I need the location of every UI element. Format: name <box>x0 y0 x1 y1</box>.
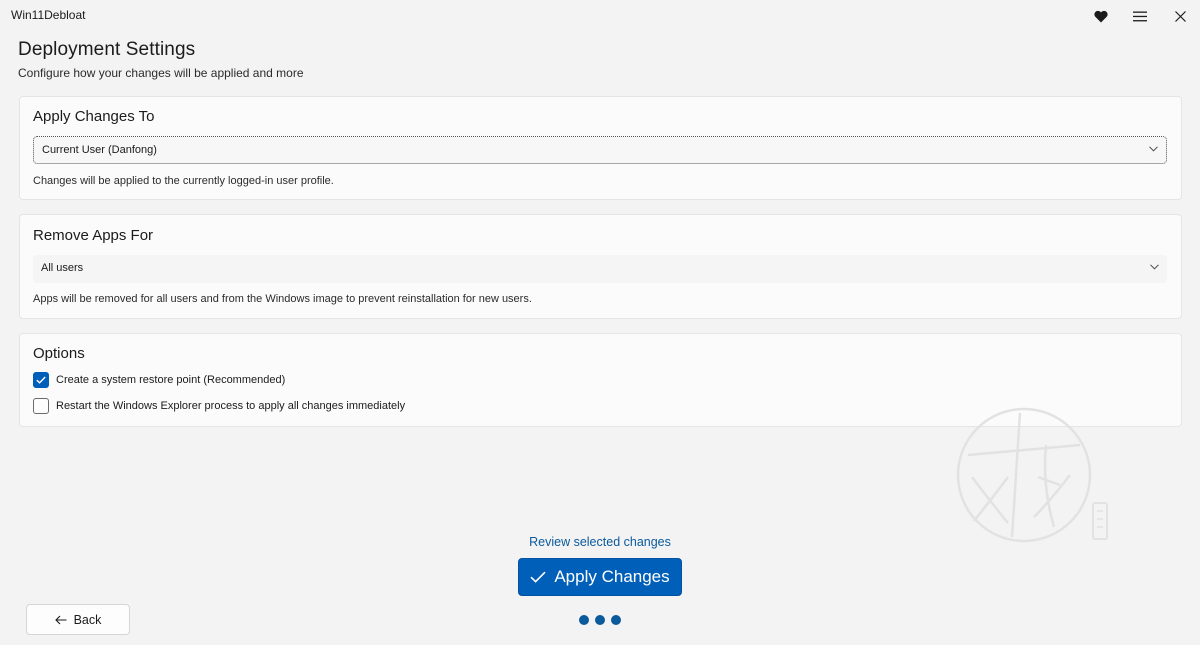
app-window: Win11Debloat Deployment Settings Configu… <box>0 0 1200 645</box>
checkmark-icon <box>36 376 46 384</box>
apply-changes-description: Changes will be applied to the currently… <box>33 175 334 187</box>
back-button[interactable]: Back <box>26 604 130 635</box>
apply-changes-label: Apply Changes <box>554 567 670 586</box>
app-title: Win11Debloat <box>11 8 86 22</box>
page-title: Deployment Settings <box>18 39 196 60</box>
progress-dot <box>611 615 621 625</box>
chevron-down-icon <box>1149 146 1158 152</box>
remove-apps-dropdown[interactable]: All users <box>33 255 1167 283</box>
review-changes-area: Review selected changes <box>0 535 1200 549</box>
menu-icon <box>1133 11 1147 21</box>
apply-changes-button[interactable]: Apply Changes <box>518 558 682 596</box>
apply-changes-dropdown[interactable]: Current User (Danfong) <box>33 136 1167 164</box>
review-changes-link[interactable]: Review selected changes <box>529 535 671 549</box>
heart-button[interactable] <box>1086 4 1116 28</box>
remove-apps-selected: All users <box>41 262 84 274</box>
chevron-down-icon <box>1150 264 1159 270</box>
title-bar: Win11Debloat <box>0 0 1200 32</box>
restart-explorer-checkbox[interactable] <box>33 398 49 414</box>
apply-changes-selected: Current User (Danfong) <box>42 144 157 156</box>
restart-explorer-option[interactable]: Restart the Windows Explorer process to … <box>33 397 405 415</box>
progress-dots <box>579 615 621 625</box>
apply-changes-card: Apply Changes To Current User (Danfong) … <box>19 96 1182 200</box>
menu-button[interactable] <box>1125 4 1155 28</box>
back-label: Back <box>73 612 102 627</box>
close-button[interactable] <box>1165 4 1195 28</box>
remove-apps-title: Remove Apps For <box>33 227 154 244</box>
close-icon <box>1174 10 1186 22</box>
checkmark-icon <box>530 571 546 583</box>
apply-changes-title: Apply Changes To <box>33 108 155 125</box>
page-subtitle: Configure how your changes will be appli… <box>18 66 304 80</box>
arrow-left-icon <box>54 615 67 624</box>
restore-point-label: Create a system restore point (Recommend… <box>56 374 286 386</box>
remove-apps-card: Remove Apps For All users Apps will be r… <box>19 214 1182 319</box>
restore-point-checkbox[interactable] <box>33 372 49 388</box>
progress-dot <box>579 615 589 625</box>
remove-apps-description: Apps will be removed for all users and f… <box>33 293 532 305</box>
watermark-logo <box>956 407 1108 543</box>
heart-icon <box>1094 10 1108 22</box>
restart-explorer-label: Restart the Windows Explorer process to … <box>56 400 406 412</box>
options-title: Options <box>33 345 85 362</box>
restore-point-option[interactable]: Create a system restore point (Recommend… <box>33 371 285 389</box>
progress-dot <box>595 615 605 625</box>
